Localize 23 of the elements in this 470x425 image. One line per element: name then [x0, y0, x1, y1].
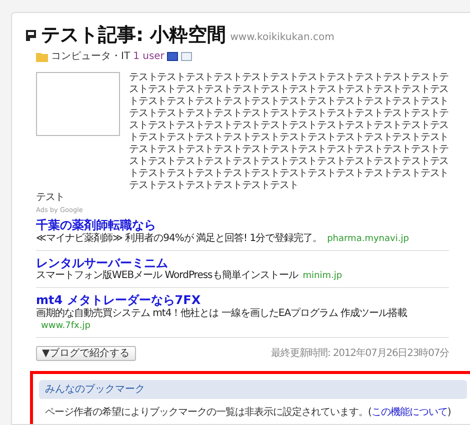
updated-time: 最終更新時間: 2012年07月26日23時07分: [271, 346, 449, 362]
thumbnail[interactable]: [36, 72, 120, 136]
bookmarks-message: ページ作者の希望によりブックマークの一覧は非表示に設定されています。(この機能について): [44, 406, 452, 420]
domain-text[interactable]: www.koikikukan.com: [230, 30, 334, 45]
entry-title[interactable]: テスト記事: 小粋空間: [41, 26, 226, 45]
user-count-link[interactable]: 1 user: [133, 49, 164, 64]
ad-text: スマートフォン版WEBメール WordPressも簡単インストール: [36, 270, 298, 282]
ad-url[interactable]: www.7fx.jp: [41, 321, 90, 332]
ad-text: 画期的な自動売買システム mt4！他社とは 一線を画したEAプログラム 作成ツール搭載: [36, 308, 408, 320]
bookmark-icon: [25, 29, 37, 41]
ad-text: ≪マイナビ薬剤師≫ 利用者の94%が 満足と回答! 1分で登録完了。: [36, 232, 322, 244]
entry-text: テスト: [36, 192, 66, 204]
folder-icon: [36, 52, 48, 62]
ad-title-link[interactable]: 千葉の薬剤師転職なら: [36, 218, 449, 233]
ad-title-link[interactable]: レンタルサーバーミニム: [36, 256, 449, 270]
bookmarks-heading: みんなのブックマーク: [39, 380, 467, 400]
ad-url[interactable]: pharma.mynavi.jp: [327, 234, 409, 244]
ad-title-link[interactable]: mt4 メタトレーダーなら7FX: [36, 294, 449, 308]
entry-text: テストテストテストテストテストテストテストテストテストテストテストテストテストテストテストテストテストテストテストテストテストテストテストテストテストテストテストテストテストテストテストテストテストテストテストテストテストテストテストテストテストテストテストテストテストテストテストテストテストテストテストテストテストテストテストテストテストテストテストテストテストテストテストテストテストテストテストテストテストテストテストテストテストテストテストテストテストテストテストテストテストテストテストテストテストテストテストテストテストテストテストテストテストテストテストテストテストテストテストテストテストテストテストテストテストテストテストテスト: [129, 72, 450, 192]
share-button[interactable]: ▼ブログで紹介する: [36, 346, 136, 362]
ad-url[interactable]: minim.jp: [302, 271, 342, 282]
feature-info-link[interactable]: この機能について: [371, 407, 448, 418]
category-link[interactable]: コンピュータ・IT: [51, 49, 130, 64]
